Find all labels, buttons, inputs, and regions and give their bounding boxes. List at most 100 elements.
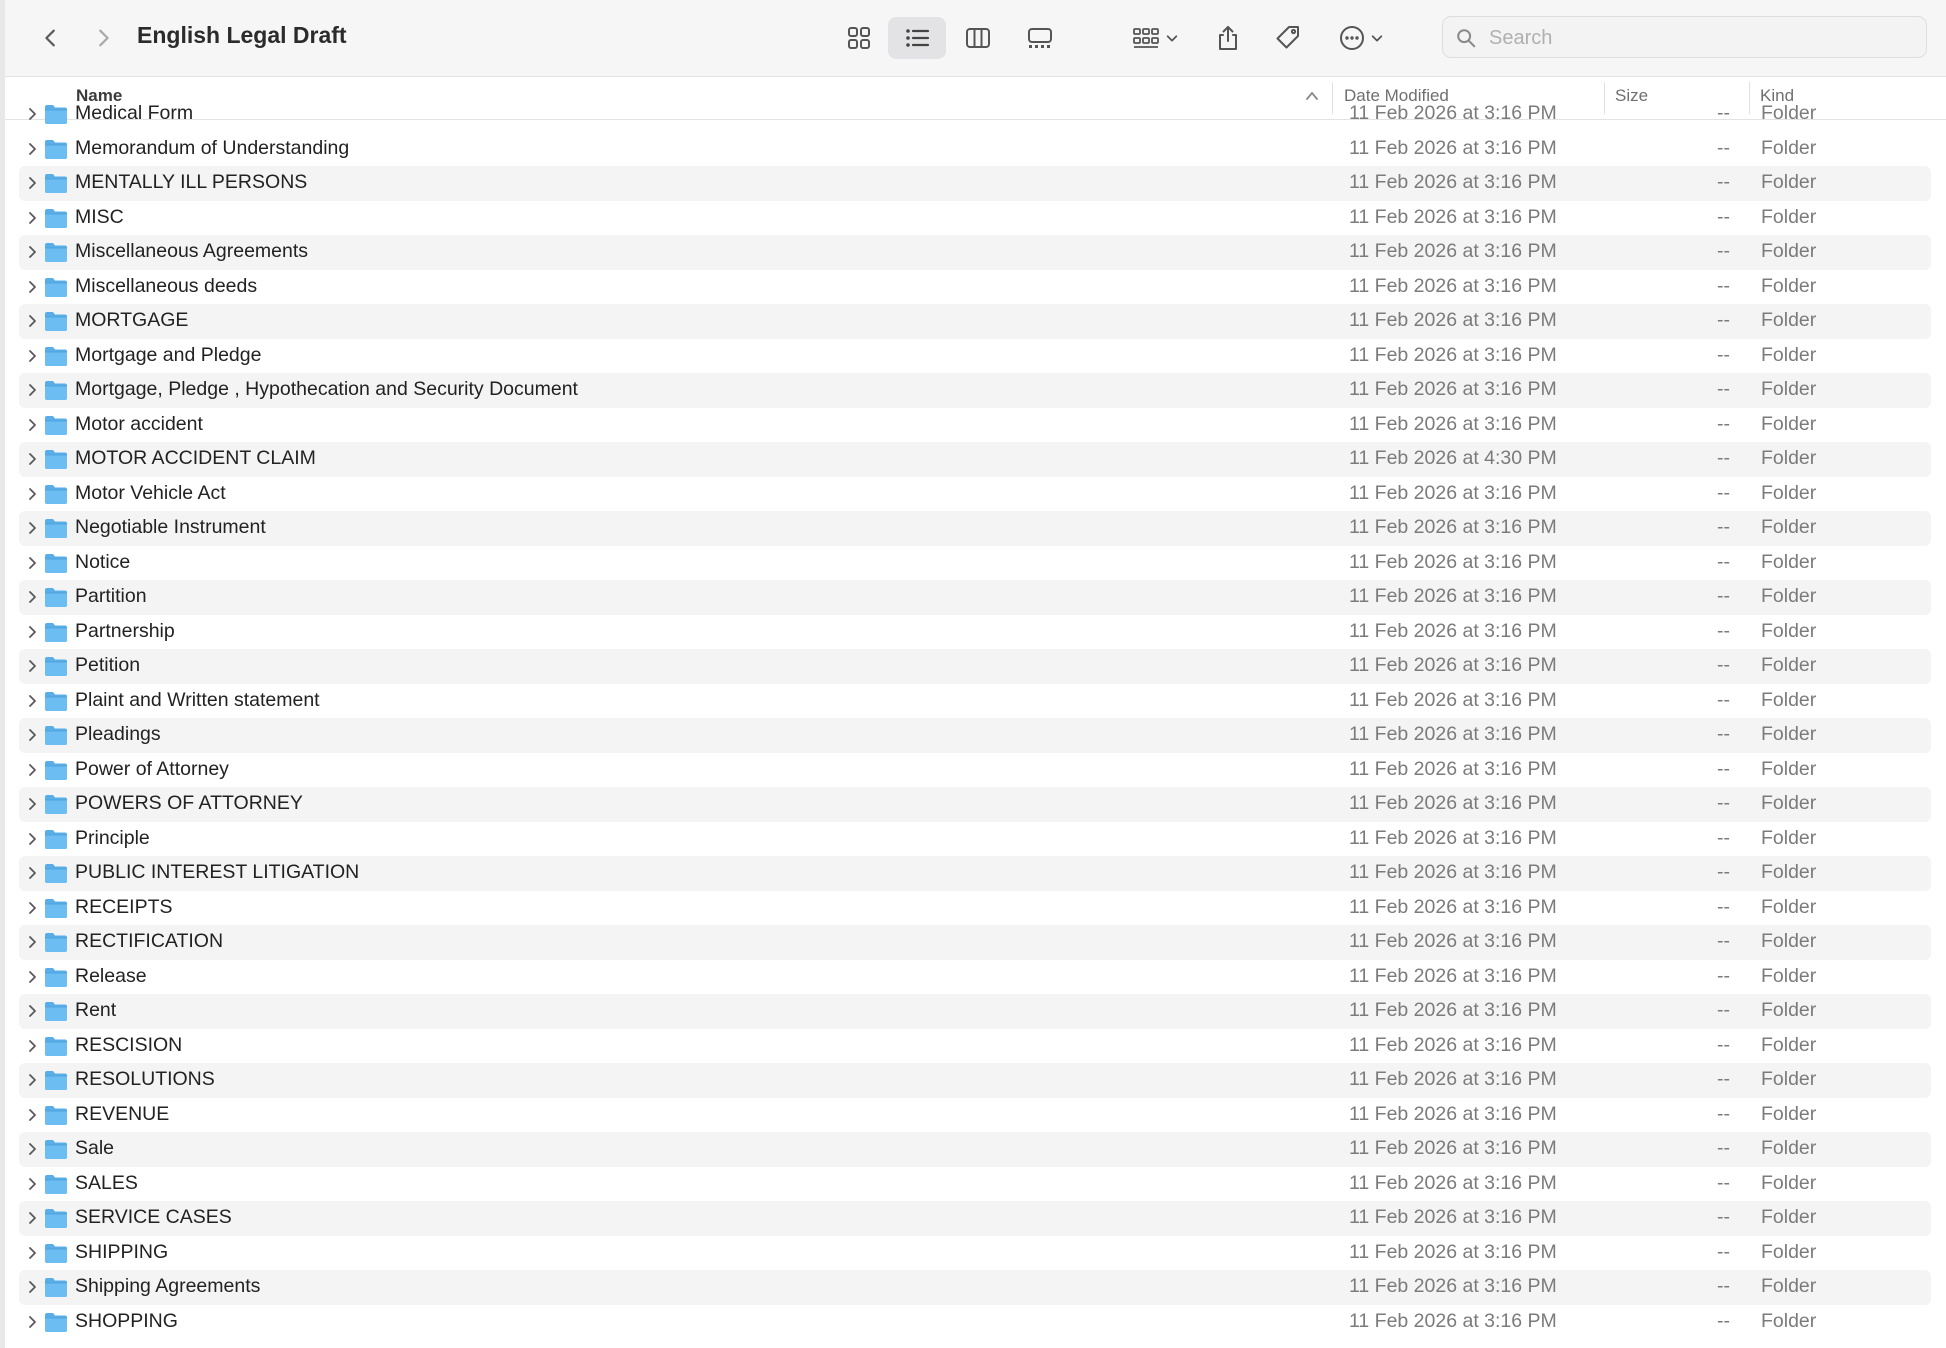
item-kind: Folder	[1761, 137, 1817, 159]
list-item[interactable]: Petition 11 Feb 2026 at 3:16 PM -- Folder	[19, 649, 1931, 684]
disclosure-chevron-icon[interactable]	[24, 693, 40, 709]
list-item[interactable]: Memorandum of Understanding 11 Feb 2026 a…	[19, 132, 1931, 167]
list-item[interactable]: Rent 11 Feb 2026 at 3:16 PM -- Folder	[19, 994, 1931, 1029]
disclosure-chevron-icon[interactable]	[24, 658, 40, 674]
list-item[interactable]: Release 11 Feb 2026 at 3:16 PM -- Folder	[19, 960, 1931, 995]
disclosure-chevron-icon[interactable]	[24, 210, 40, 226]
list-item[interactable]: Sale 11 Feb 2026 at 3:16 PM -- Folder	[19, 1132, 1931, 1167]
item-date-modified: 11 Feb 2026 at 3:16 PM	[1349, 1310, 1557, 1332]
disclosure-chevron-icon[interactable]	[24, 175, 40, 191]
list-item[interactable]: RESCISION 11 Feb 2026 at 3:16 PM -- Folder	[19, 1029, 1931, 1064]
disclosure-chevron-icon[interactable]	[24, 1176, 40, 1192]
list-item[interactable]: Medical Form 11 Feb 2026 at 3:16 PM -- Fold…	[19, 97, 1931, 132]
disclosure-chevron-icon[interactable]	[24, 1210, 40, 1226]
folder-icon	[45, 140, 67, 159]
list-item[interactable]: Miscellaneous Agreements 11 Feb 2026 at 3…	[19, 235, 1931, 270]
list-view-button[interactable]	[888, 17, 946, 59]
list-item[interactable]: Mortgage, Pledge , Hypothecation and Sec…	[19, 373, 1931, 408]
disclosure-chevron-icon[interactable]	[24, 555, 40, 571]
disclosure-chevron-icon[interactable]	[24, 520, 40, 536]
list-item[interactable]: SHIPPING 11 Feb 2026 at 3:16 PM -- Folder	[19, 1236, 1931, 1271]
list-item[interactable]: Power of Attorney 11 Feb 2026 at 3:16 PM -…	[19, 753, 1931, 788]
list-item[interactable]: Negotiable Instrument 11 Feb 2026 at 3:16…	[19, 511, 1931, 546]
item-date-modified: 11 Feb 2026 at 3:16 PM	[1349, 275, 1557, 297]
list-item[interactable]: Partition 11 Feb 2026 at 3:16 PM -- Folder	[19, 580, 1931, 615]
search-field[interactable]	[1442, 16, 1927, 58]
disclosure-chevron-icon[interactable]	[24, 831, 40, 847]
folder-icon	[45, 761, 67, 780]
disclosure-chevron-icon[interactable]	[24, 106, 40, 122]
disclosure-chevron-icon[interactable]	[24, 244, 40, 260]
list-item[interactable]: POWERS OF ATTORNEY 11 Feb 2026 at 3:16 PM…	[19, 787, 1931, 822]
back-button[interactable]	[33, 20, 69, 56]
search-input[interactable]	[1487, 23, 1911, 53]
disclosure-chevron-icon[interactable]	[24, 624, 40, 640]
disclosure-chevron-icon[interactable]	[24, 279, 40, 295]
disclosure-chevron-icon[interactable]	[24, 762, 40, 778]
list-item[interactable]: Plaint and Written statement 11 Feb 2026 …	[19, 684, 1931, 719]
share-button[interactable]	[1208, 17, 1248, 59]
disclosure-chevron-icon[interactable]	[24, 900, 40, 916]
chevron-down-icon	[1166, 35, 1178, 42]
disclosure-chevron-icon[interactable]	[24, 796, 40, 812]
disclosure-chevron-icon[interactable]	[24, 382, 40, 398]
disclosure-chevron-icon[interactable]	[24, 727, 40, 743]
list-item[interactable]: RESOLUTIONS 11 Feb 2026 at 3:16 PM -- Folde…	[19, 1063, 1931, 1098]
list-item[interactable]: MISC 11 Feb 2026 at 3:16 PM -- Folder	[19, 201, 1931, 236]
item-kind: Folder	[1761, 551, 1817, 573]
disclosure-chevron-icon[interactable]	[24, 417, 40, 433]
gallery-view-button[interactable]	[1016, 17, 1064, 59]
disclosure-chevron-icon[interactable]	[24, 313, 40, 329]
disclosure-chevron-icon[interactable]	[24, 969, 40, 985]
disclosure-chevron-icon[interactable]	[24, 1003, 40, 1019]
icon-view-button[interactable]	[836, 17, 882, 59]
list-item[interactable]: Mortgage and Pledge 11 Feb 2026 at 3:16 P…	[19, 339, 1931, 374]
item-name: SERVICE CASES	[75, 1206, 232, 1228]
list-item[interactable]: Miscellaneous deeds 11 Feb 2026 at 3:16 P…	[19, 270, 1931, 305]
list-item[interactable]: Motor Vehicle Act 11 Feb 2026 at 3:16 PM -…	[19, 477, 1931, 512]
disclosure-chevron-icon[interactable]	[24, 1279, 40, 1295]
list-item[interactable]: MENTALLY ILL PERSONS 11 Feb 2026 at 3:16 …	[19, 166, 1931, 201]
forward-button[interactable]	[85, 20, 121, 56]
list-item[interactable]: MORTGAGE 11 Feb 2026 at 3:16 PM -- Folder	[19, 304, 1931, 339]
list-item[interactable]: SALES 11 Feb 2026 at 3:16 PM -- Folder	[19, 1167, 1931, 1202]
list-item[interactable]: Motor accident 11 Feb 2026 at 3:16 PM -- Fo…	[19, 408, 1931, 443]
disclosure-chevron-icon[interactable]	[24, 451, 40, 467]
disclosure-chevron-icon[interactable]	[24, 865, 40, 881]
item-date-modified: 11 Feb 2026 at 3:16 PM	[1349, 930, 1557, 952]
disclosure-chevron-icon[interactable]	[24, 486, 40, 502]
list-item[interactable]: PUBLIC INTEREST LITIGATION 11 Feb 2026 at…	[19, 856, 1931, 891]
disclosure-chevron-icon[interactable]	[24, 348, 40, 364]
list-item[interactable]: Shipping Agreements 11 Feb 2026 at 3:16 P…	[19, 1270, 1931, 1305]
list-item[interactable]: Principle 11 Feb 2026 at 3:16 PM -- Folder	[19, 822, 1931, 857]
list-item[interactable]: MOTOR ACCIDENT CLAIM 11 Feb 2026 at 4:30 …	[19, 442, 1931, 477]
disclosure-chevron-icon[interactable]	[24, 1038, 40, 1054]
disclosure-chevron-icon[interactable]	[24, 1245, 40, 1261]
disclosure-chevron-icon[interactable]	[24, 1314, 40, 1330]
list-item[interactable]: Notice 11 Feb 2026 at 3:16 PM -- Folder	[19, 546, 1931, 581]
tag-button[interactable]	[1268, 17, 1308, 59]
item-name: Memorandum of Understanding	[75, 137, 350, 159]
column-view-button[interactable]	[955, 17, 1001, 59]
list-item[interactable]: RECTIFICATION 11 Feb 2026 at 3:16 PM -- Fol…	[19, 925, 1931, 960]
more-actions-button[interactable]	[1332, 17, 1390, 59]
item-date-modified: 11 Feb 2026 at 3:16 PM	[1349, 240, 1557, 262]
disclosure-chevron-icon[interactable]	[24, 1107, 40, 1123]
item-size: --	[1717, 413, 1730, 435]
disclosure-chevron-icon[interactable]	[24, 589, 40, 605]
list-item[interactable]: REVENUE 11 Feb 2026 at 3:16 PM -- Folder	[19, 1098, 1931, 1133]
list-item[interactable]: Pleadings 11 Feb 2026 at 3:16 PM -- Folder	[19, 718, 1931, 753]
item-name: Medical Form	[75, 102, 194, 124]
item-name: REVENUE	[75, 1103, 170, 1125]
disclosure-chevron-icon[interactable]	[24, 141, 40, 157]
list-item[interactable]: Partnership 11 Feb 2026 at 3:16 PM -- Folde…	[19, 615, 1931, 650]
list-item[interactable]: SERVICE CASES 11 Feb 2026 at 3:16 PM -- Fol…	[19, 1201, 1931, 1236]
disclosure-chevron-icon[interactable]	[24, 1141, 40, 1157]
list-item[interactable]: RECEIPTS 11 Feb 2026 at 3:16 PM -- Folder	[19, 891, 1931, 926]
list-item[interactable]: SHOPPING 11 Feb 2026 at 3:16 PM -- Folder	[19, 1305, 1931, 1340]
disclosure-chevron-icon[interactable]	[24, 1072, 40, 1088]
disclosure-chevron-icon[interactable]	[24, 934, 40, 950]
folder-icon	[45, 381, 67, 400]
group-button[interactable]	[1125, 17, 1185, 59]
window-left-edge	[0, 0, 5, 1348]
